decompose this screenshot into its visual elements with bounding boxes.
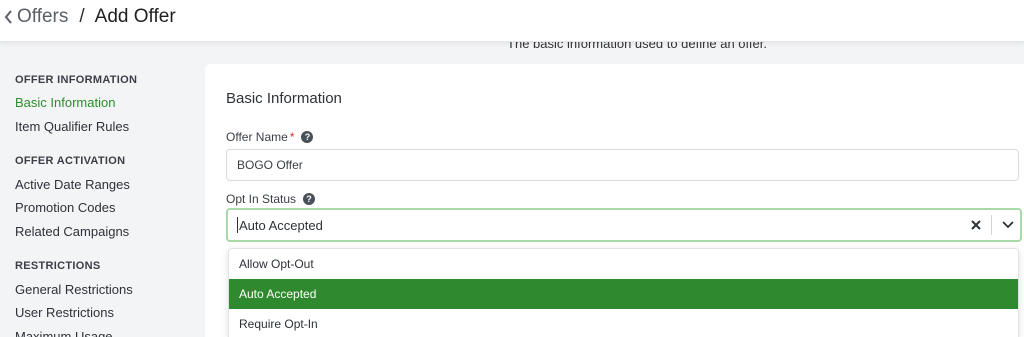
sidebar-heading-offer-activation: OFFER ACTIVATION — [15, 155, 126, 167]
back-label: Offers — [17, 6, 69, 27]
dropdown-option-allow-opt-out[interactable]: Allow Opt-Out — [229, 249, 1018, 279]
clear-selection-icon[interactable] — [965, 220, 987, 230]
opt-in-status-label-text: Opt In Status — [226, 192, 297, 206]
help-icon[interactable]: ? — [303, 193, 316, 205]
chevron-down-icon[interactable] — [996, 221, 1020, 229]
sidebar-item-user-restrictions[interactable]: User Restrictions — [15, 305, 114, 320]
opt-in-status-label: Opt In Status ? — [226, 192, 316, 206]
chevron-left-icon — [4, 10, 12, 24]
sidebar-item-general-restrictions[interactable]: General Restrictions — [15, 282, 133, 297]
help-icon[interactable]: ? — [301, 131, 314, 143]
sidebar-heading-offer-information: OFFER INFORMATION — [15, 74, 138, 86]
text-cursor — [237, 217, 238, 233]
page-title: Add Offer — [94, 6, 176, 27]
sidebar-heading-restrictions: RESTRICTIONS — [15, 260, 101, 272]
dropdown-option-auto-accepted[interactable]: Auto Accepted — [229, 279, 1018, 309]
offer-name-input[interactable]: BOGO Offer — [226, 149, 1019, 181]
sidebar-item-maximum-usage[interactable]: Maximum Usage — [15, 329, 113, 337]
offer-name-value: BOGO Offer — [237, 158, 303, 172]
offer-name-label-text: Offer Name — [226, 130, 288, 144]
breadcrumb-separator: / — [79, 6, 85, 27]
sidebar-item-active-date-ranges[interactable]: Active Date Ranges — [15, 177, 130, 192]
sidebar-nav: OFFER INFORMATION Basic Information Item… — [0, 42, 205, 337]
back-to-offers-link[interactable]: Offers — [4, 6, 68, 28]
offer-name-label: Offer Name * ? — [226, 130, 314, 144]
dropdown-option-require-opt-in[interactable]: Require Opt-In — [229, 309, 1018, 337]
sidebar-item-item-qualifier-rules[interactable]: Item Qualifier Rules — [15, 119, 129, 134]
sidebar-item-related-campaigns[interactable]: Related Campaigns — [15, 224, 129, 239]
card-title: Basic Information — [226, 90, 342, 107]
top-bar: Offers / Add Offer — [0, 0, 1024, 42]
select-divider — [991, 215, 992, 235]
sidebar-item-promotion-codes[interactable]: Promotion Codes — [15, 200, 115, 215]
breadcrumb: Offers / Add Offer — [4, 6, 176, 28]
opt-in-status-value: Auto Accepted — [239, 217, 323, 233]
opt-in-status-select[interactable]: Auto Accepted — [226, 208, 1022, 242]
sidebar-item-basic-information[interactable]: Basic Information — [15, 95, 115, 110]
opt-in-status-dropdown-menu: Allow Opt-Out Auto Accepted Require Opt-… — [228, 248, 1019, 337]
required-asterisk: * — [289, 130, 295, 144]
